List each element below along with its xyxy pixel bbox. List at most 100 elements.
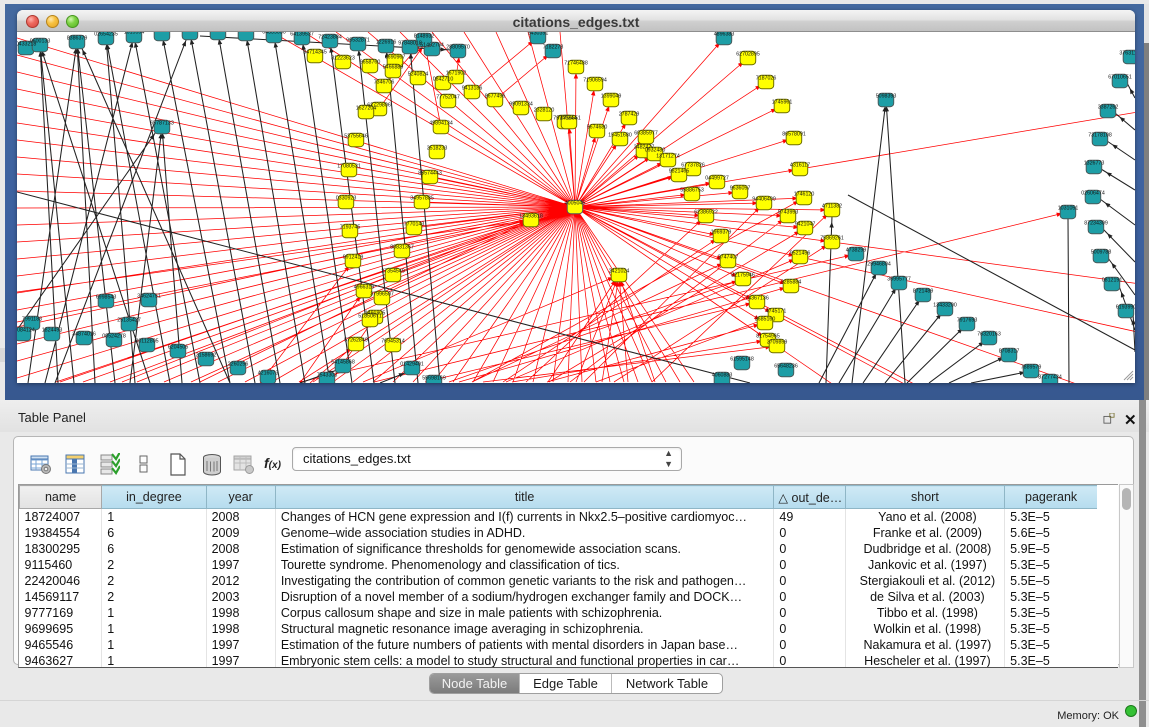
svg-text:00524278: 00524278 [102,333,126,339]
svg-text:3709859: 3709859 [767,339,788,345]
svg-text:28809570: 28809570 [446,44,470,50]
svg-text:0330923: 0330923 [336,195,357,201]
svg-text:2421024: 2421024 [609,268,630,274]
svg-text:3747407: 3747407 [718,254,739,260]
svg-text:57262849: 57262849 [344,337,368,343]
svg-text:25135427: 25135427 [117,317,141,323]
svg-text:34957885: 34957885 [410,195,434,201]
svg-text:7346706: 7346706 [374,79,395,85]
svg-text:64835030: 64835030 [262,32,286,35]
svg-text:02654235: 02654235 [94,32,118,37]
svg-text:80831367: 80831367 [390,244,414,250]
svg-text:2260256: 2260256 [228,361,249,367]
svg-text:1031051: 1031051 [1058,205,1079,211]
svg-text:34874016: 34874016 [72,331,96,337]
svg-text:4966319: 4966319 [354,284,375,290]
svg-text:4896383: 4896383 [714,32,735,37]
svg-text:02606474: 02606474 [1081,190,1105,196]
svg-text:01429401: 01429401 [400,361,424,367]
svg-text:0842710: 0842710 [433,76,454,82]
svg-text:62386922: 62386922 [694,209,718,215]
svg-text:9413186: 9413186 [462,85,483,91]
svg-text:62702895: 62702895 [736,51,760,57]
svg-text:27354549: 27354549 [381,268,405,274]
svg-text:61595148: 61595148 [730,356,754,362]
svg-text:7182278: 7182278 [543,44,564,50]
svg-text:3285884: 3285884 [781,279,802,285]
svg-text:81223623: 81223623 [331,55,355,61]
svg-text:94406409: 94406409 [752,196,776,202]
svg-text:73178108: 73178108 [1088,132,1112,138]
svg-text:7193745: 7193745 [340,224,361,230]
svg-text:1746120: 1746120 [794,191,815,197]
svg-text:72423884: 72423884 [318,34,342,40]
svg-text:86578091: 86578091 [782,131,806,137]
svg-text:96532871: 96532871 [346,37,370,43]
svg-text:9636057: 9636057 [730,185,751,191]
svg-text:29946804: 29946804 [867,261,891,267]
svg-text:8386379: 8386379 [67,35,88,41]
svg-text:74367136: 74367136 [745,295,769,301]
svg-text:76320163: 76320163 [977,331,1001,337]
svg-text:60385977: 60385977 [634,130,658,136]
svg-text:75869261: 75869261 [820,235,844,241]
svg-text:64139537: 64139537 [290,32,314,37]
svg-text:3685160: 3685160 [755,316,776,322]
svg-text:82175946: 82175946 [731,272,755,278]
svg-text:67010651: 67010651 [1108,74,1132,80]
svg-text:1399049: 1399049 [601,93,622,99]
svg-text:76945314: 76945314 [381,338,405,344]
svg-text:13171274: 13171274 [656,153,680,159]
svg-text:5240824: 5240824 [408,71,429,77]
svg-text:34714345: 34714345 [303,49,327,55]
svg-text:54145868: 54145868 [331,359,355,365]
svg-text:51850671: 51850671 [358,313,382,319]
svg-text:15451680: 15451680 [608,132,632,138]
svg-text:65787133: 65787133 [150,120,174,126]
svg-text:4738299: 4738299 [846,247,867,253]
svg-text:8708317: 8708317 [999,348,1020,354]
svg-text:13493618: 13493618 [519,213,543,219]
svg-text:4060883: 4060883 [712,372,733,378]
svg-text:87234309: 87234309 [1084,220,1108,226]
svg-text:9421047: 9421047 [795,221,816,227]
svg-text:55886753: 55886753 [680,187,704,193]
svg-text:1969379: 1969379 [711,229,732,235]
svg-text:7770143: 7770143 [404,221,425,227]
svg-text:71906594: 71906594 [583,77,607,83]
svg-text:6658760: 6658760 [360,59,381,65]
svg-text:65648236: 65648236 [774,363,798,369]
svg-text:1226916: 1226916 [376,39,397,45]
svg-text:4005045: 4005045 [565,200,586,206]
svg-text:1326773: 1326773 [1084,160,1105,166]
svg-text:1824493: 1824493 [42,327,63,333]
svg-text:9600133: 9600133 [30,38,51,44]
svg-text:37631165: 37631165 [1119,50,1135,56]
svg-text:7187026: 7187026 [756,75,777,81]
svg-text:1615594: 1615594 [124,32,145,35]
svg-text:87277434: 87277434 [1038,374,1062,380]
svg-text:97848018: 97848018 [398,40,422,46]
svg-text:9912419: 9912419 [343,254,364,260]
svg-text:8721489: 8721489 [913,288,934,294]
svg-text:49894134: 49894134 [429,120,453,126]
svg-text:34624751: 34624751 [137,293,161,299]
svg-text:5674680: 5674680 [587,124,608,130]
svg-text:36995777: 36995777 [887,276,911,282]
svg-text:71756551: 71756551 [557,115,581,121]
svg-text:71746488: 71746488 [564,60,588,66]
svg-text:80112805: 80112805 [135,338,158,344]
svg-text:5430391: 5430391 [528,32,549,36]
svg-text:1745961: 1745961 [772,99,793,105]
svg-text:4316117: 4316117 [790,162,810,168]
svg-text:6193990: 6193990 [1116,304,1135,310]
svg-text:4192832: 4192832 [236,32,257,33]
svg-text:77752047: 77752047 [436,94,460,100]
svg-text:3158692: 3158692 [196,352,217,358]
svg-text:55698169: 55698169 [422,375,446,381]
svg-text:37996507: 37996507 [370,291,394,297]
svg-text:1627204: 1627204 [356,105,377,111]
svg-text:5009788: 5009788 [1091,249,1112,255]
svg-text:9743953: 9743953 [778,209,799,215]
svg-text:5098393: 5098393 [876,93,897,99]
